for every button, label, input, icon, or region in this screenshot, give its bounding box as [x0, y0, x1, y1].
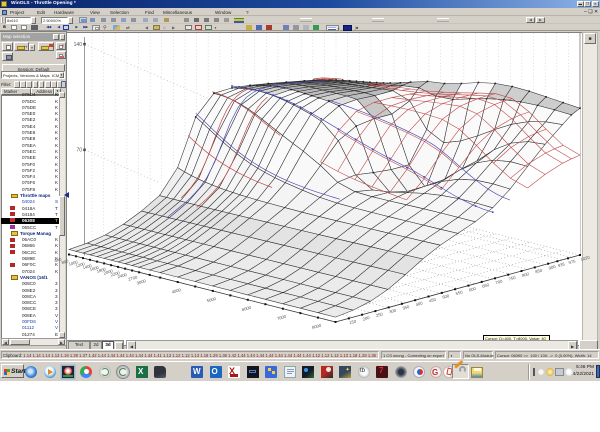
svg-text:800: 800 — [521, 271, 530, 278]
svg-text:300: 300 — [389, 307, 398, 314]
svg-text:6000: 6000 — [241, 305, 252, 313]
svg-text:350: 350 — [402, 304, 411, 311]
svg-text:550: 550 — [455, 289, 464, 296]
svg-text:400: 400 — [415, 300, 424, 307]
svg-text:935: 935 — [557, 261, 566, 268]
svg-text:450: 450 — [428, 297, 437, 304]
svg-text:70: 70 — [76, 148, 82, 154]
svg-text:700: 700 — [495, 278, 504, 285]
svg-text:140: 140 — [74, 42, 83, 48]
svg-text:4000: 4000 — [171, 287, 182, 295]
svg-text:5000: 5000 — [206, 296, 217, 304]
svg-text:750: 750 — [508, 275, 517, 282]
svg-text:850: 850 — [535, 267, 544, 274]
svg-text:900: 900 — [548, 264, 557, 271]
svg-text:600: 600 — [468, 286, 477, 293]
svg-text:7000: 7000 — [276, 314, 287, 322]
svg-text:975: 975 — [568, 258, 577, 265]
svg-text:250: 250 — [375, 311, 384, 318]
svg-text:650: 650 — [482, 282, 491, 289]
svg-text:500: 500 — [442, 293, 451, 300]
svg-text:200: 200 — [362, 315, 371, 322]
svg-text:1020: 1020 — [580, 254, 591, 262]
svg-text:8000: 8000 — [311, 322, 322, 330]
svg-text:150: 150 — [349, 318, 358, 325]
